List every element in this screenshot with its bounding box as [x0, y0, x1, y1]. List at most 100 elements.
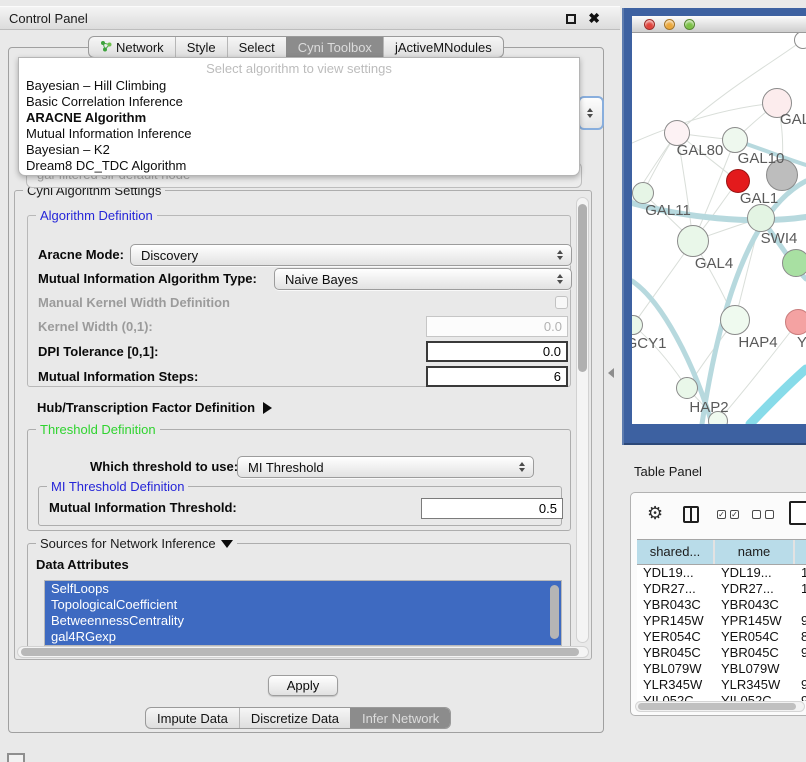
panel-collapse-handle[interactable]: [608, 368, 614, 378]
dropdown-item-mutual-information-inference[interactable]: Mutual Information Inference: [19, 126, 579, 142]
table-cell: YLR345W: [637, 677, 713, 693]
tab-style[interactable]: Style: [175, 37, 227, 57]
table-row[interactable]: YPR145WYPR145W9.: [637, 613, 806, 629]
table-cell: YDL19...: [715, 565, 793, 581]
tab-infer-network[interactable]: Infer Network: [350, 708, 450, 728]
dropdown-item-dream8-dc-tdc-algorithm[interactable]: Dream8 DC_TDC Algorithm: [19, 158, 579, 174]
tab-network[interactable]: Network: [89, 37, 175, 57]
dropdown-item-bayesian-hill-climbing[interactable]: Bayesian – Hill Climbing: [19, 78, 579, 94]
control-panel-window: Control Panel ✖ Network Style Select Cyni T…: [0, 6, 620, 740]
table-rows: YDL19...YDL19...13YDR27...YDR27...12YBR0…: [637, 565, 806, 701]
close-traffic-light[interactable]: [644, 19, 655, 30]
minimize-traffic-light[interactable]: [664, 19, 675, 30]
select-all-checks-icon[interactable]: ✓✓: [717, 510, 739, 519]
table-row[interactable]: YBR045CYBR045C9.: [637, 645, 806, 661]
tab-select[interactable]: Select: [227, 37, 286, 57]
network-node[interactable]: [782, 249, 806, 277]
table-cell: YBL079W: [637, 661, 713, 677]
dropdown-placeholder: Select algorithm to view settings: [19, 61, 579, 78]
table-cell: YPR145W: [715, 613, 793, 629]
scrollbar-thumb[interactable]: [638, 703, 796, 710]
network-canvas[interactable]: GALGAL80GAL10GAL11GAL1SWI4GAL4GCY1HAP4YH…: [632, 33, 806, 424]
tab-impute-data[interactable]: Impute Data: [146, 708, 239, 728]
tab-label: Infer Network: [362, 708, 439, 729]
zoom-traffic-light[interactable]: [684, 19, 695, 30]
new-table-icon[interactable]: [789, 501, 806, 525]
table-cell: [795, 597, 806, 613]
dropdown-items: Bayesian – Hill ClimbingBasic Correlatio…: [19, 78, 579, 174]
network-node[interactable]: [632, 182, 654, 204]
close-icon[interactable]: ✖: [588, 10, 600, 27]
table-cell: YBR043C: [715, 597, 793, 613]
table-cell: 9.: [795, 693, 806, 701]
table-panel: ⚙ ✓✓ shared...name YDL19...YDL19...13YDR…: [630, 492, 806, 716]
minimized-panel-icon[interactable]: [7, 753, 25, 762]
table-horizontal-scrollbar[interactable]: [635, 701, 805, 712]
node-label-hap2: HAP2: [689, 399, 728, 416]
table-cell: 9.: [795, 645, 806, 661]
combo-spinner-icon: [582, 108, 598, 118]
table-cell: YIL052C: [715, 693, 793, 701]
table-row[interactable]: YIL052CYIL052C9.: [637, 693, 806, 701]
table-panel-title: Table Panel: [634, 464, 702, 479]
dropdown-item-aracne-algorithm[interactable]: ARACNE Algorithm: [19, 110, 579, 126]
tab-discretize-data[interactable]: Discretize Data: [239, 708, 350, 728]
algorithm-combo-end[interactable]: [578, 96, 604, 130]
table-cell: YBR045C: [715, 645, 793, 661]
network-window-titlebar[interactable]: [632, 16, 806, 33]
desktop: Control Panel ✖ Network Style Select Cyni T…: [0, 0, 806, 762]
node-label-gal80: GAL80: [677, 142, 724, 159]
table-cell: 8.: [795, 629, 806, 645]
bottom-tab-bar: Impute Data Discretize Data Infer Network: [145, 707, 451, 729]
node-label-y: Y: [797, 334, 806, 351]
network-node[interactable]: [747, 204, 775, 232]
table-cell: YER054C: [637, 629, 713, 645]
column-header-name[interactable]: name: [715, 540, 793, 564]
gear-icon[interactable]: ⚙: [647, 503, 663, 524]
dropdown-item-bayesian-k2[interactable]: Bayesian – K2: [19, 142, 579, 158]
network-node[interactable]: [677, 225, 709, 257]
network-node[interactable]: [676, 377, 698, 399]
column-header-shared[interactable]: shared...: [637, 540, 713, 564]
tab-label: Cyni Toolbox: [298, 37, 372, 58]
float-window-icon[interactable]: [566, 14, 576, 24]
network-node[interactable]: [720, 305, 750, 335]
column-layout-icon[interactable]: [683, 506, 699, 523]
tab-label: Impute Data: [157, 708, 228, 729]
control-panel-titlebar: Control Panel ✖: [0, 6, 620, 30]
table-cell: YDL19...: [637, 565, 713, 581]
node-label-gcy1: GCY1: [632, 335, 666, 352]
table-row[interactable]: YER054CYER054C8.: [637, 629, 806, 645]
algorithm-dropdown: Select algorithm to view settings Bayesi…: [18, 57, 580, 176]
table-cell: YPR145W: [637, 613, 713, 629]
table-row[interactable]: YLR345WYLR345W9.: [637, 677, 806, 693]
tab-label: jActiveMNodules: [395, 37, 492, 58]
tab-cyni-toolbox[interactable]: Cyni Toolbox: [286, 37, 383, 57]
network-icon: [100, 37, 112, 58]
table-cell: 9.: [795, 613, 806, 629]
node-label-gal10: GAL10: [738, 150, 785, 167]
table-cell: YBR045C: [637, 645, 713, 661]
node-table: shared...name YDL19...YDL19...13YDR27...…: [637, 539, 806, 701]
table-cell: YBR043C: [637, 597, 713, 613]
table-row[interactable]: YBR043CYBR043C: [637, 597, 806, 613]
tab-jactivemnodules[interactable]: jActiveMNodules: [383, 37, 503, 57]
tab-label: Discretize Data: [251, 708, 339, 729]
network-node[interactable]: [785, 309, 806, 335]
tab-label: Style: [187, 37, 216, 58]
table-cell: YER054C: [715, 629, 793, 645]
table-cell: [795, 661, 806, 677]
dropdown-item-basic-correlation-inference[interactable]: Basic Correlation Inference: [19, 94, 579, 110]
table-cell: YBL079W: [715, 661, 793, 677]
node-label-gal: GAL: [780, 111, 806, 128]
node-label-swi4: SWI4: [761, 230, 798, 247]
table-row[interactable]: YDL19...YDL19...13: [637, 565, 806, 581]
network-view-window: GALGAL80GAL10GAL11GAL1SWI4GAL4GCY1HAP4YH…: [622, 8, 806, 445]
table-row[interactable]: YBL079WYBL079W: [637, 661, 806, 677]
table-cell: YDR27...: [637, 581, 713, 597]
node-label-hap4: HAP4: [738, 334, 777, 351]
table-row[interactable]: YDR27...YDR27...12: [637, 581, 806, 597]
column-header-2[interactable]: [795, 540, 806, 564]
node-label-gal4: GAL4: [695, 255, 733, 272]
deselect-all-checks-icon[interactable]: [752, 510, 774, 519]
